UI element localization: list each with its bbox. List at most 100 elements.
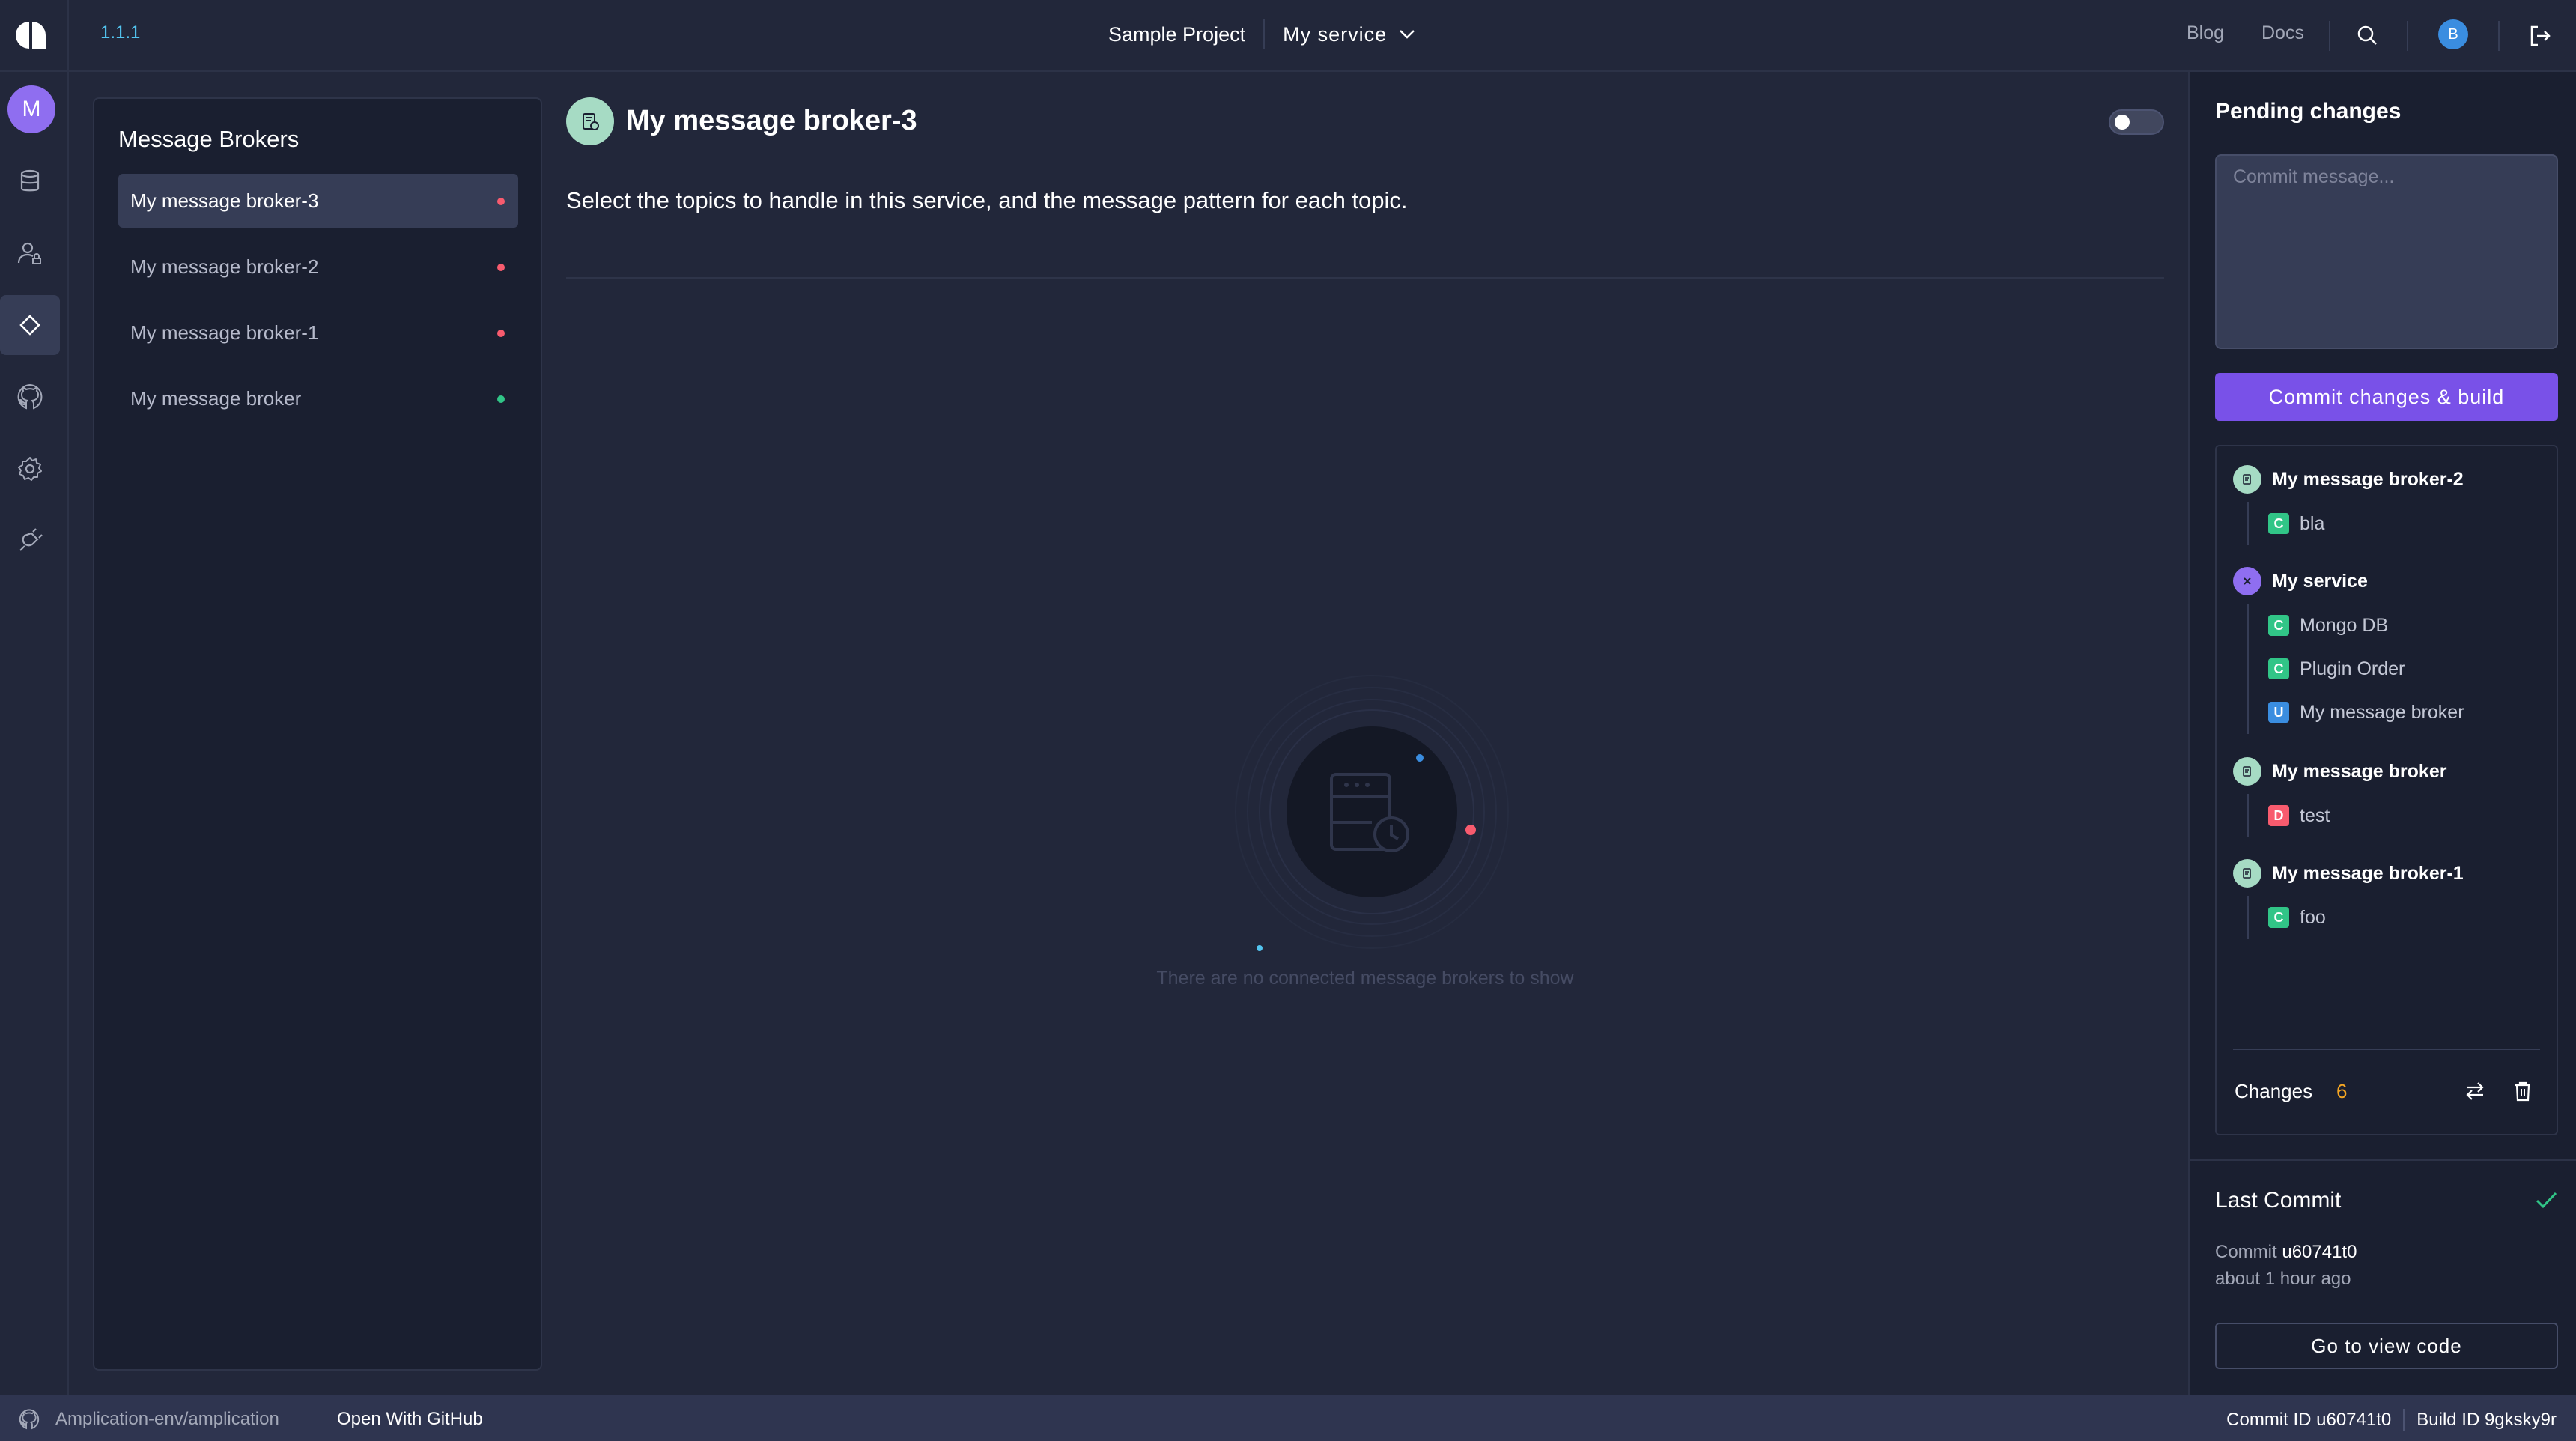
panel-title: Message Brokers (118, 126, 300, 152)
open-with-github-link[interactable]: Open With GitHub (337, 1409, 483, 1430)
change-type-badge: C (2268, 615, 2289, 636)
changes-label: Changes (2235, 1080, 2313, 1102)
message-broker-icon (566, 97, 614, 145)
toggle-knob (2115, 115, 2130, 130)
connection-icon (19, 315, 40, 336)
user-role-icon (17, 242, 41, 264)
commit-message-input[interactable] (2215, 154, 2558, 349)
version-label[interactable]: 1.1.1 (100, 22, 140, 43)
change-item-label: bla (2300, 512, 2325, 534)
change-item-label: foo (2300, 906, 2326, 928)
message-brokers-panel: Message Brokers My message broker-3 My m… (93, 97, 542, 1371)
pending-changes-title: Pending changes (2215, 99, 2402, 124)
change-type-badge: C (2268, 658, 2289, 679)
nav-sync-github[interactable] (0, 367, 60, 427)
panel-divider (2190, 1159, 2576, 1161)
message-broker-icon (2233, 465, 2261, 494)
project-name[interactable]: Sample Project (1108, 23, 1245, 46)
broker-list-item-label: My message broker-2 (130, 255, 319, 278)
change-group-header[interactable]: My message broker (2233, 756, 2543, 786)
status-dot (497, 198, 505, 205)
nav-entities[interactable] (0, 151, 60, 211)
commit-changes-build-button[interactable]: Commit changes & build (2215, 373, 2558, 421)
change-item[interactable]: D test (2268, 794, 2543, 837)
change-group-items: C bla (2247, 502, 2543, 545)
change-group: My message broker-2 C bla (2233, 464, 2543, 545)
change-item[interactable]: U My message broker (2268, 691, 2543, 734)
empty-state-illustration (1222, 662, 1522, 962)
github-icon (17, 383, 43, 410)
last-commit-id: Commit u60741t0 (2215, 1242, 2357, 1263)
topbar-separator (2498, 21, 2500, 51)
last-commit-time: about 1 hour ago (2215, 1269, 2351, 1289)
change-group-label: My service (2272, 570, 2368, 592)
change-group: My message broker D test (2233, 756, 2543, 837)
topbar-separator (2329, 21, 2330, 51)
change-type-badge: C (2268, 907, 2289, 928)
project-breadcrumb: Sample Project My service (1108, 19, 1415, 49)
change-group-header[interactable]: My message broker-2 (2233, 464, 2543, 494)
change-group-items: D test (2247, 794, 2543, 837)
build-id[interactable]: Build ID 9gksky9r (2416, 1410, 2557, 1431)
change-group-label: My message broker (2272, 760, 2447, 782)
nav-connections[interactable] (0, 295, 60, 355)
change-group-header[interactable]: My service (2233, 566, 2543, 596)
change-group-label: My message broker-2 (2272, 468, 2464, 490)
broker-list-item[interactable]: My message broker-2 (118, 240, 518, 294)
main-content: My message broker-3 Select the topics to… (566, 72, 2164, 1395)
empty-state-message: There are no connected message brokers t… (1156, 968, 1574, 989)
search-icon[interactable] (2356, 24, 2378, 46)
trash-icon[interactable] (2510, 1079, 2536, 1104)
workspace-avatar[interactable]: M (7, 85, 55, 133)
logout-icon[interactable] (2528, 24, 2552, 48)
status-separator (2403, 1409, 2405, 1431)
commit-id[interactable]: Commit ID u60741t0 (2226, 1410, 2391, 1431)
status-bar: Amplication-env/amplication Open With Gi… (0, 1395, 2576, 1441)
change-group-label: My message broker-1 (2272, 862, 2464, 884)
service-name: My service (1283, 22, 1388, 46)
change-group-header[interactable]: My message broker-1 (2233, 858, 2543, 888)
commit-prefix: Commit (2215, 1242, 2277, 1262)
status-dot (497, 395, 505, 403)
service-selector[interactable]: My service (1283, 23, 1415, 46)
last-commit-title: Last Commit (2215, 1188, 2342, 1213)
nav-settings[interactable] (0, 439, 60, 499)
user-avatar[interactable]: B (2438, 19, 2468, 49)
change-group: My message broker-1 C foo (2233, 858, 2543, 939)
service-icon (2233, 567, 2261, 595)
change-type-badge: D (2268, 805, 2289, 826)
change-type-badge: C (2268, 513, 2289, 534)
pending-changes-panel: Pending changes Commit changes & build M… (2188, 72, 2576, 1395)
enable-toggle[interactable] (2109, 109, 2164, 135)
change-item[interactable]: C foo (2268, 896, 2543, 939)
message-broker-icon (2233, 859, 2261, 888)
change-item-label: My message broker (2300, 701, 2464, 723)
breadcrumb-separator (1263, 19, 1266, 49)
docs-link[interactable]: Docs (2261, 22, 2304, 44)
blog-link[interactable]: Blog (2187, 22, 2224, 44)
status-dot (497, 264, 505, 271)
message-broker-icon (2233, 757, 2261, 786)
change-item[interactable]: C Plugin Order (2268, 647, 2543, 691)
compare-changes-icon[interactable] (2462, 1079, 2488, 1104)
build-info: Commit ID u60741t0 Build ID 9gksky9r (2226, 1409, 2557, 1431)
change-type-badge: U (2268, 702, 2289, 723)
plug-icon (19, 528, 43, 551)
topbar-divider (67, 0, 69, 72)
change-group: My service C Mongo DB C Plugin Order U M… (2233, 566, 2543, 734)
change-item[interactable]: C Mongo DB (2268, 604, 2543, 647)
broker-list-item[interactable]: My message broker-1 (118, 306, 518, 360)
change-item[interactable]: C bla (2268, 502, 2543, 545)
change-item-label: test (2300, 804, 2330, 826)
go-to-view-code-button[interactable]: Go to view code (2215, 1323, 2558, 1369)
nav-roles[interactable] (0, 223, 60, 283)
broker-list-item[interactable]: My message broker (118, 371, 518, 425)
broker-list-item-label: My message broker (130, 386, 302, 410)
nav-plugins[interactable] (0, 511, 60, 571)
broker-list-item[interactable]: My message broker-3 (118, 174, 518, 228)
amplication-logo-icon[interactable] (15, 19, 46, 51)
commit-hash[interactable]: u60741t0 (2282, 1242, 2357, 1262)
page-description: Select the topics to handle in this serv… (566, 187, 1408, 213)
topbar-separator (2407, 21, 2408, 51)
broker-list: My message broker-3 My message broker-2 … (118, 174, 518, 437)
